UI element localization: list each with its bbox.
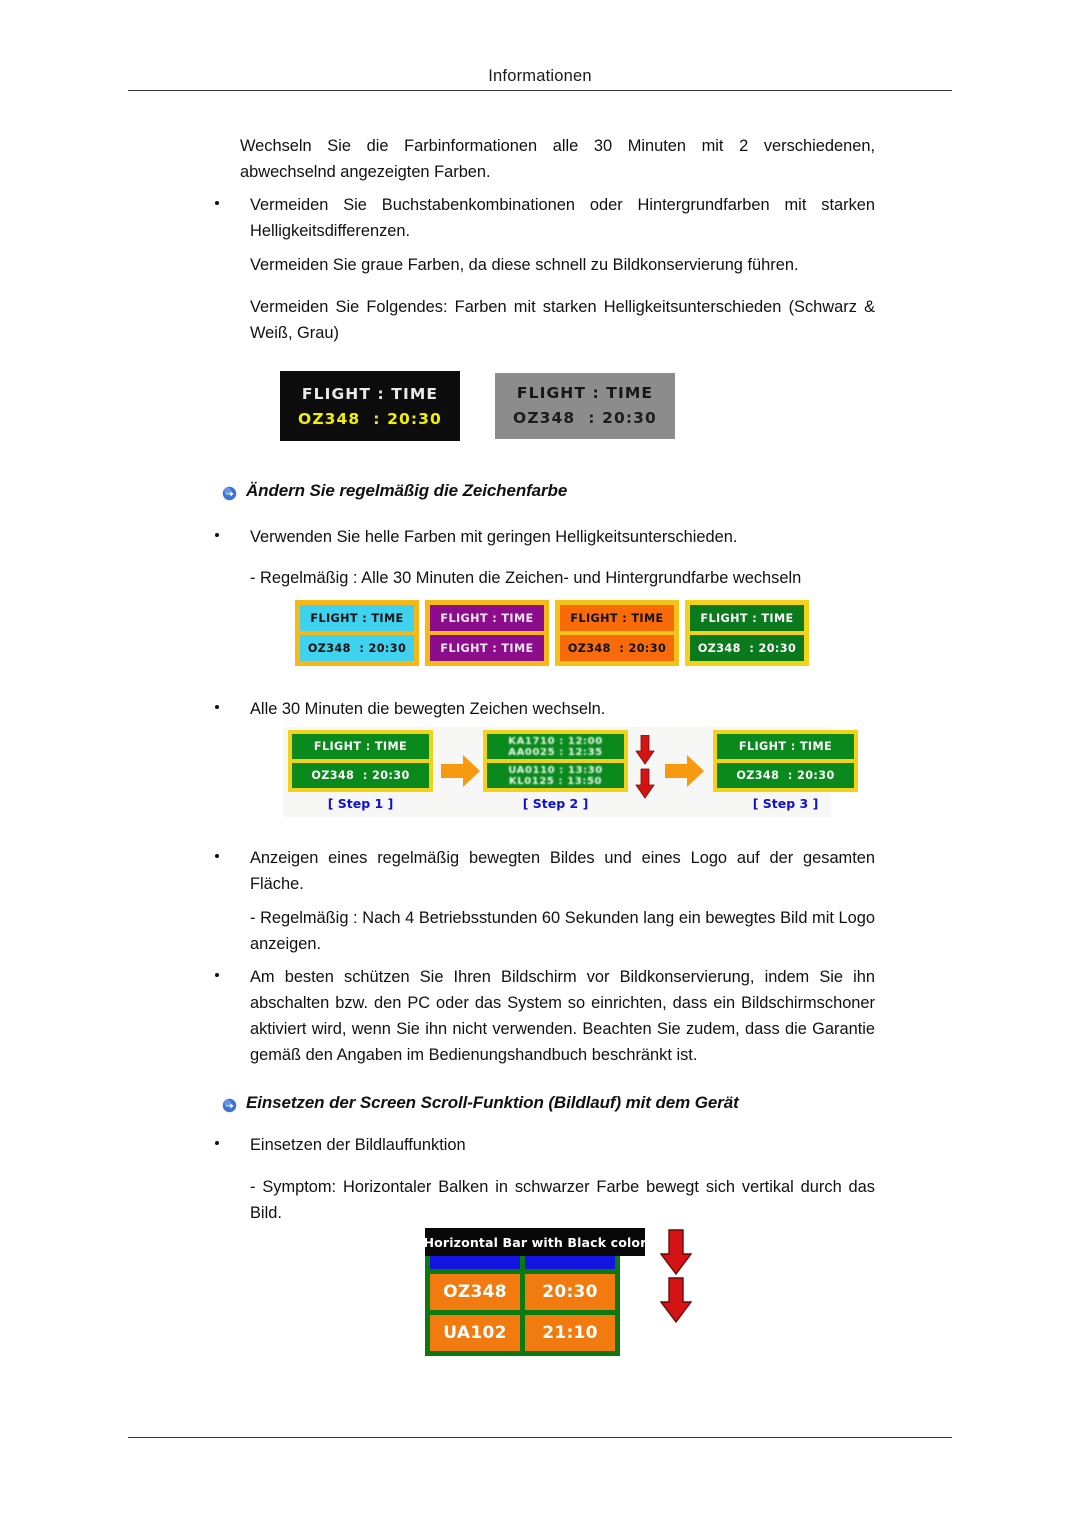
step-2-panel: KA1710 : 12:00 AA0025 : 12:35 UA0110 : 1… bbox=[483, 730, 628, 792]
step-3-row-2: OZ348 : 20:30 bbox=[717, 763, 854, 788]
color-panel-orange: FLIGHT : TIME OZ348 : 20:30 bbox=[555, 600, 679, 666]
cyan-panel-row-1: FLIGHT : TIME bbox=[300, 605, 414, 631]
display-panel-black: FLIGHT : TIME OZ348 : 20:30 bbox=[280, 371, 460, 441]
step-1-row-2: OZ348 : 20:30 bbox=[292, 763, 429, 788]
bullet-item-4: Anzeigen eines regelmäßig bewegten Bilde… bbox=[215, 845, 875, 897]
orange-panel-row-2: OZ348 : 20:30 bbox=[560, 635, 674, 661]
dash-note-2: - Regelmäßig : Nach 4 Betriebsstunden 60… bbox=[250, 909, 875, 953]
section-heading-1-text: Ändern Sie regelmäßig die Zeichenfarbe bbox=[246, 481, 568, 500]
step-3-row-1: FLIGHT : TIME bbox=[717, 734, 854, 759]
bullet-item-3: Alle 30 Minuten die bewegten Zeichen wec… bbox=[215, 696, 875, 722]
black-panel-line-1: FLIGHT : TIME bbox=[301, 384, 439, 403]
intro-paragraph: Wechseln Sie die Farbinformationen alle … bbox=[240, 137, 875, 181]
bullet-item-1: Vermeiden Sie Buchstabenkombinationen od… bbox=[215, 192, 875, 244]
color-panel-purple: FLIGHT : TIME FLIGHT : TIME bbox=[425, 600, 549, 666]
section-heading-screen-scroll: Einsetzen der Screen Scroll-Funktion (Bi… bbox=[222, 1093, 739, 1113]
header-divider bbox=[128, 90, 952, 91]
bullet-item-3-text: Alle 30 Minuten die bewegten Zeichen wec… bbox=[250, 700, 606, 718]
scroll-cell-2030: 20:30 bbox=[525, 1274, 615, 1310]
bullet-item-5-text: Am besten schützen Sie Ihren Bildschirm … bbox=[250, 968, 875, 1064]
scroll-cell-2110: 21:10 bbox=[525, 1315, 615, 1351]
bullet-item-2-text: Verwenden Sie helle Farben mit geringen … bbox=[250, 528, 738, 546]
footer-divider bbox=[128, 1437, 952, 1438]
bullet-dot bbox=[215, 854, 219, 858]
color-panel-green: FLIGHT : TIME OZ348 : 20:30 bbox=[685, 600, 809, 666]
step-1-label: [ Step 1 ] bbox=[327, 796, 394, 811]
orange-arrow-icon-2 bbox=[665, 755, 704, 787]
green-panel-row-2: OZ348 : 20:30 bbox=[690, 635, 804, 661]
horizontal-black-bar: Horizontal Bar with Black color bbox=[424, 1228, 646, 1256]
step-2-row-2-line-b: KL0125 : 13:50 bbox=[508, 775, 603, 787]
step-2-row-2-line-a: UA0110 : 13:30 bbox=[508, 764, 603, 776]
bullet-item-5: Am besten schützen Sie Ihren Bildschirm … bbox=[215, 964, 875, 1068]
step-2-row-2: UA0110 : 13:30 KL0125 : 13:50 bbox=[487, 763, 624, 788]
scroll-cell-ua102: UA102 bbox=[430, 1315, 520, 1351]
step-3-panel: FLIGHT : TIME OZ348 : 20:30 bbox=[713, 730, 858, 792]
section-heading-change-text-color: Ändern Sie regelmäßig die Zeichenfarbe bbox=[222, 481, 567, 501]
step-3-label: [ Step 3 ] bbox=[752, 796, 819, 811]
step-1-panel: FLIGHT : TIME OZ348 : 20:30 bbox=[288, 730, 433, 792]
paragraph-gray-colors: Vermeiden Sie graue Farben, da diese sch… bbox=[250, 256, 799, 274]
purple-panel-row-1: FLIGHT : TIME bbox=[430, 605, 544, 631]
paragraph-avoid-following: Vermeiden Sie Folgendes: Farben mit star… bbox=[250, 298, 875, 342]
bullet-item-4-text: Anzeigen eines regelmäßig bewegten Bilde… bbox=[250, 849, 875, 893]
document-page: Informationen Wechseln Sie die Farbinfor… bbox=[0, 0, 1080, 1527]
scroll-cell-oz348: OZ348 bbox=[430, 1274, 520, 1310]
orange-panel-row-1: FLIGHT : TIME bbox=[560, 605, 674, 631]
gray-panel-line-1: FLIGHT : TIME bbox=[516, 384, 654, 402]
bullet-dot bbox=[215, 1141, 219, 1145]
bullet-dot bbox=[215, 705, 219, 709]
dash-note-3: - Symptom: Horizontaler Balken in schwar… bbox=[250, 1178, 875, 1222]
green-panel-row-1: FLIGHT : TIME bbox=[690, 605, 804, 631]
scroll-direction-arrows-icon bbox=[660, 1229, 693, 1324]
orange-arrow-icon-1 bbox=[441, 755, 480, 787]
bullet-item-6-text: Einsetzen der Bildlauffunktion bbox=[250, 1136, 466, 1154]
gray-panel-line-2: OZ348 : 20:30 bbox=[513, 409, 657, 427]
scroll-row-ua102: UA102 21:10 bbox=[430, 1315, 615, 1351]
step-2-row-1: KA1710 : 12:00 AA0025 : 12:35 bbox=[487, 734, 624, 759]
step-2-label: [ Step 2 ] bbox=[522, 796, 589, 811]
purple-panel-row-2: FLIGHT : TIME bbox=[430, 635, 544, 661]
black-panel-line-2: OZ348 : 20:30 bbox=[298, 409, 442, 428]
bullet-item-6: Einsetzen der Bildlauffunktion bbox=[215, 1132, 875, 1158]
bullet-item-1-text: Vermeiden Sie Buchstabenkombinationen od… bbox=[250, 196, 875, 240]
step-2-row-1-line-b: AA0025 : 12:35 bbox=[508, 746, 603, 758]
bullet-dot bbox=[215, 201, 219, 205]
step-2-group: KA1710 : 12:00 AA0025 : 12:35 UA0110 : 1… bbox=[483, 730, 628, 811]
display-panel-gray: FLIGHT : TIME OZ348 : 20:30 bbox=[495, 373, 675, 439]
figure-color-variants: FLIGHT : TIME OZ348 : 20:30 FLIGHT : TIM… bbox=[295, 600, 809, 666]
cyan-panel-row-2: OZ348 : 20:30 bbox=[300, 635, 414, 661]
step-2-row-1-line-a: KA1710 : 12:00 bbox=[508, 735, 603, 747]
blue-arrow-bullet-icon bbox=[222, 1098, 237, 1113]
step-1-group: FLIGHT : TIME OZ348 : 20:30 [ Step 1 ] bbox=[288, 730, 433, 811]
red-down-arrows-icon bbox=[635, 735, 655, 799]
step-3-group: FLIGHT : TIME OZ348 : 20:30 [ Step 3 ] bbox=[713, 730, 858, 811]
dash-note-1: - Regelmäßig : Alle 30 Minuten die Zeich… bbox=[250, 569, 802, 587]
color-panel-cyan: FLIGHT : TIME OZ348 : 20:30 bbox=[295, 600, 419, 666]
bullet-dot bbox=[215, 533, 219, 537]
figure-step-diagram: FLIGHT : TIME OZ348 : 20:30 [ Step 1 ] K… bbox=[283, 727, 858, 817]
blue-arrow-bullet-icon bbox=[222, 486, 237, 501]
scroll-row-oz348: OZ348 20:30 bbox=[430, 1274, 615, 1310]
step-1-row-1: FLIGHT : TIME bbox=[292, 734, 429, 759]
bullet-dot bbox=[215, 973, 219, 977]
page-header-title: Informationen bbox=[488, 67, 592, 85]
bullet-item-2: Verwenden Sie helle Farben mit geringen … bbox=[215, 524, 875, 550]
section-heading-2-text: Einsetzen der Screen Scroll-Funktion (Bi… bbox=[246, 1093, 739, 1112]
